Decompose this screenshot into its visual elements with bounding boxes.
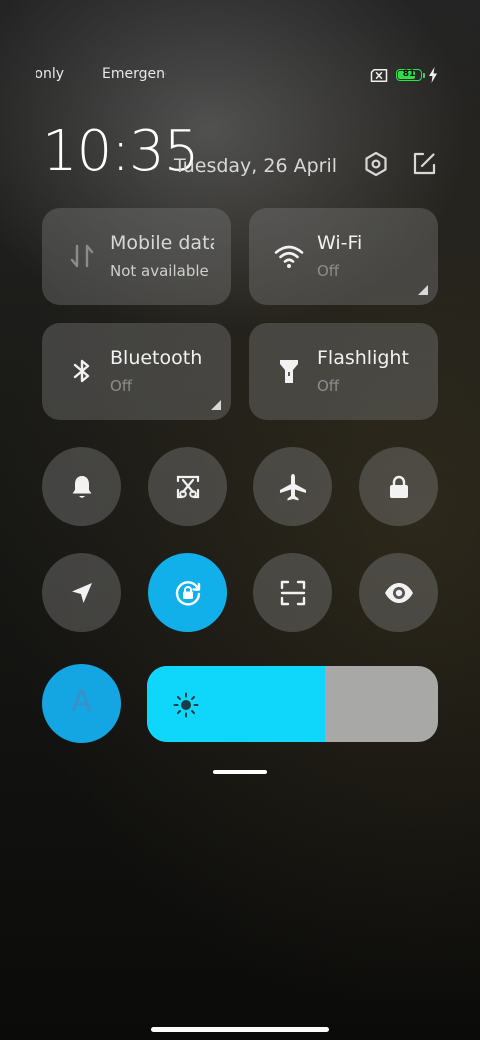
auto-brightness-button[interactable]: A [42,664,121,743]
gesture-nav-bar[interactable] [151,1027,329,1032]
wifi-icon [274,245,304,268]
tile-title: Mobile data [110,232,214,254]
toggle-airplane[interactable] [253,447,332,526]
battery-level-label: 81 [402,69,416,79]
tile-title: Wi-Fi [317,232,363,254]
airplane-icon [279,473,306,500]
edit-icon[interactable] [410,150,438,178]
data-arrows-icon [70,244,94,268]
bluetooth-icon [73,359,90,383]
carrier-label-1: only [36,66,64,82]
toggle-location[interactable] [42,553,121,632]
tile-bluetooth[interactable]: Bluetooth Off [42,323,231,420]
no-sim-icon [370,69,388,82]
charging-bolt-icon [429,67,437,83]
tile-title: Flashlight [317,347,409,369]
battery-icon: 81 [396,69,422,81]
expand-corner-icon[interactable] [211,400,221,410]
date[interactable]: Tuesday, 26 April [174,155,337,177]
location-icon [71,582,92,603]
tile-subtitle: Not available [110,262,209,280]
toggle-reading-mode[interactable] [359,553,438,632]
screenshot-icon [176,475,199,498]
toggle-rotation-lock[interactable] [148,553,227,632]
lock-icon [389,475,408,498]
tile-wifi[interactable]: Wi-Fi Off [249,208,438,305]
tile-flashlight[interactable]: Flashlight Off [249,323,438,420]
toggle-scanner[interactable] [253,553,332,632]
scan-icon [280,580,305,605]
tile-subtitle: Off [110,377,133,395]
tile-title: Bluetooth [110,347,203,369]
auto-brightness-label: A [71,684,92,719]
tile-mobile-data[interactable]: Mobile data Not available [42,208,231,305]
flashlight-icon [280,360,298,383]
tile-subtitle: Off [317,377,340,395]
settings-hexagon-icon[interactable] [362,150,390,178]
brightness-slider[interactable] [147,666,438,742]
toggle-sound[interactable] [42,447,121,526]
toggle-screenshot[interactable] [148,447,227,526]
sun-icon [173,692,199,718]
rotation-lock-icon [175,580,200,606]
carrier-label-2: Emergency [102,66,166,82]
bell-icon [72,475,91,498]
tile-subtitle: Off [317,262,340,280]
toggle-lock-screen[interactable] [359,447,438,526]
expand-corner-icon[interactable] [418,285,428,295]
drag-handle[interactable] [213,770,267,774]
battery-tip [423,73,425,78]
eye-icon [384,582,413,603]
